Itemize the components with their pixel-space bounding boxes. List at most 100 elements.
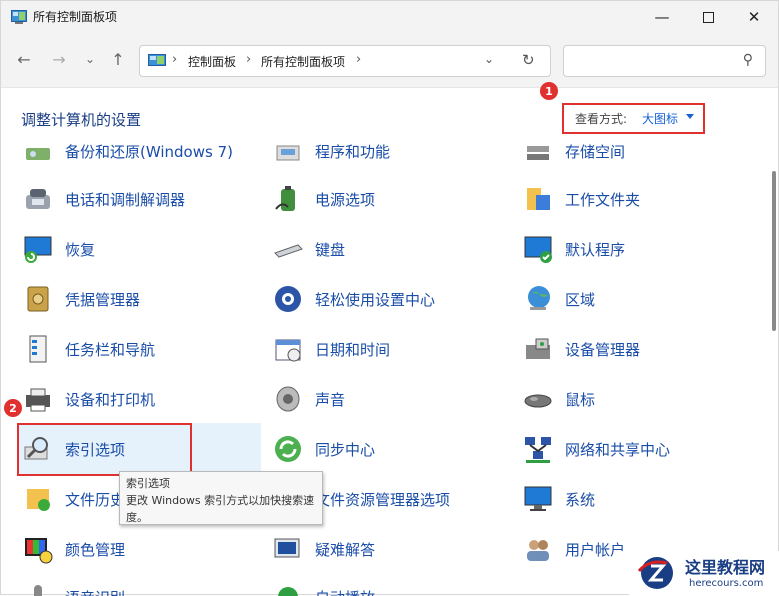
programs-icon xyxy=(271,141,305,168)
control-panel-icon xyxy=(11,10,27,24)
address-dropdown-icon[interactable]: ⌄ xyxy=(484,52,494,66)
recent-locations-button[interactable]: ⌄ xyxy=(79,48,101,70)
item-system[interactable]: 系统 xyxy=(521,477,595,521)
view-by-control: 查看方式: 大图标 xyxy=(562,103,705,134)
item-devices-printers[interactable]: 设备和打印机 xyxy=(21,377,155,421)
keyboard-icon xyxy=(271,232,305,266)
scrollbar-thumb[interactable] xyxy=(772,171,776,331)
default-programs-icon xyxy=(521,232,555,266)
breadcrumb-control-panel[interactable]: 控制面板 xyxy=(188,53,236,70)
printer-icon xyxy=(21,382,55,416)
item-backup-restore[interactable]: 备份和还原(Windows 7) xyxy=(21,141,233,173)
taskbar-icon xyxy=(21,332,55,366)
folder-icon xyxy=(521,182,555,216)
close-icon: ✕ xyxy=(747,8,761,26)
battery-icon xyxy=(271,182,305,216)
window-title: 所有控制面板项 xyxy=(33,10,118,24)
sync-icon xyxy=(271,432,305,466)
close-button[interactable]: ✕ xyxy=(731,1,777,33)
item-sync-center[interactable]: 同步中心 xyxy=(271,427,375,471)
highlight-box xyxy=(17,423,192,476)
forward-button[interactable]: → xyxy=(48,48,70,70)
mouse-icon xyxy=(521,382,555,416)
ease-of-access-icon xyxy=(271,282,305,316)
item-taskbar-navigation[interactable]: 任务栏和导航 xyxy=(21,327,155,371)
item-mouse[interactable]: 鼠标 xyxy=(521,377,595,421)
storage-icon xyxy=(521,141,555,168)
breadcrumb-separator-icon: › xyxy=(356,52,362,67)
item-network-sharing[interactable]: 网络和共享中心 xyxy=(521,427,670,471)
arrow-right-icon: → xyxy=(52,49,66,69)
tooltip: 索引选项 更改 Windows 索引方式以加快搜索速度。 xyxy=(119,471,323,525)
annotation-badge-2: 2 xyxy=(4,399,22,417)
item-region[interactable]: 区域 xyxy=(521,277,595,321)
chevron-down-icon: ⌄ xyxy=(84,52,96,66)
caret-down-icon[interactable] xyxy=(686,114,694,119)
control-panel-items: 备份和还原(Windows 7) 程序和功能 存储空间 电话和调制解调器 电源选… xyxy=(1,141,778,596)
item-storage-spaces[interactable]: 存储空间 xyxy=(521,141,625,173)
item-user-accounts[interactable]: 用户帐户 xyxy=(521,527,625,571)
item-default-programs[interactable]: 默认程序 xyxy=(521,227,625,271)
item-recovery[interactable]: 恢复 xyxy=(21,227,95,271)
control-panel-icon xyxy=(148,54,166,66)
item-keyboard[interactable]: 键盘 xyxy=(271,227,345,271)
search-icon: ⚲ xyxy=(742,52,753,68)
item-sound[interactable]: 声音 xyxy=(271,377,345,421)
backup-icon xyxy=(21,141,55,168)
folder-history-icon xyxy=(21,482,55,516)
item-file-history[interactable]: 文件历史 xyxy=(21,477,125,521)
watermark-logo-icon xyxy=(637,557,673,589)
system-icon xyxy=(521,482,555,516)
globe-icon xyxy=(521,282,555,316)
item-ease-of-access[interactable]: 轻松使用设置中心 xyxy=(271,277,435,321)
view-by-label: 查看方式: xyxy=(575,112,628,126)
title-bar: 所有控制面板项 — ✕ xyxy=(1,1,778,33)
users-icon xyxy=(521,532,555,566)
item-troubleshooting[interactable]: 疑难解答 xyxy=(271,527,375,571)
device-manager-icon xyxy=(521,332,555,366)
tooltip-title: 索引选项 xyxy=(126,477,170,490)
search-box[interactable]: ⚲ xyxy=(563,45,766,77)
troubleshoot-icon xyxy=(271,532,305,566)
item-device-manager[interactable]: 设备管理器 xyxy=(521,327,640,371)
watermark: 这里教程网 herecours.com xyxy=(629,551,779,596)
color-icon xyxy=(21,532,55,566)
item-programs-features[interactable]: 程序和功能 xyxy=(271,141,390,173)
page-heading: 调整计算机的设置 xyxy=(21,111,142,129)
breadcrumb-all-items[interactable]: 所有控制面板项 xyxy=(261,53,345,70)
item-date-time[interactable]: 日期和时间 xyxy=(271,327,390,371)
item-power-options[interactable]: 电源选项 xyxy=(271,177,375,221)
navigation-bar: ← → ⌄ ↑ › 控制面板 › 所有控制面板项 › ⌄ ↻ ⚲ xyxy=(1,33,778,88)
tooltip-body: 更改 Windows 索引方式以加快搜索速度。 xyxy=(126,494,315,524)
microphone-icon xyxy=(21,580,55,596)
calendar-icon xyxy=(271,332,305,366)
address-bar[interactable]: › 控制面板 › 所有控制面板项 › ⌄ ↻ xyxy=(139,45,551,77)
back-button[interactable]: ← xyxy=(13,48,35,70)
watermark-title: 这里教程网 xyxy=(685,558,766,577)
arrow-up-icon: ↑ xyxy=(111,49,125,69)
item-autoplay[interactable]: 自动播放 xyxy=(271,575,375,596)
arrow-left-icon: ← xyxy=(17,49,31,69)
maximize-icon xyxy=(702,11,714,23)
item-credential-manager[interactable]: 凭据管理器 xyxy=(21,277,140,321)
breadcrumb-separator-icon: › xyxy=(172,52,178,67)
scrollbar[interactable] xyxy=(772,141,776,441)
refresh-icon[interactable]: ↻ xyxy=(522,51,535,69)
autoplay-icon xyxy=(271,580,305,596)
item-work-folders[interactable]: 工作文件夹 xyxy=(521,177,640,221)
phone-icon xyxy=(21,182,55,216)
view-by-dropdown[interactable]: 大图标 xyxy=(642,110,678,127)
breadcrumb-separator-icon: › xyxy=(246,52,252,67)
network-icon xyxy=(521,432,555,466)
minimize-icon: — xyxy=(654,8,670,26)
recovery-icon xyxy=(21,232,55,266)
speaker-icon xyxy=(271,382,305,416)
item-phone-modem[interactable]: 电话和调制解调器 xyxy=(21,177,185,221)
maximize-button[interactable] xyxy=(685,1,731,33)
control-panel-window: 所有控制面板项 — ✕ ← → ⌄ ↑ › 控制面板 › 所有控制面板项 › ⌄… xyxy=(0,0,779,596)
up-button[interactable]: ↑ xyxy=(107,48,129,70)
minimize-button[interactable]: — xyxy=(639,1,685,33)
watermark-url: herecours.com xyxy=(689,578,764,589)
item-color-management[interactable]: 颜色管理 xyxy=(21,527,125,571)
item-speech-recognition[interactable]: 语音识别 xyxy=(21,575,125,596)
